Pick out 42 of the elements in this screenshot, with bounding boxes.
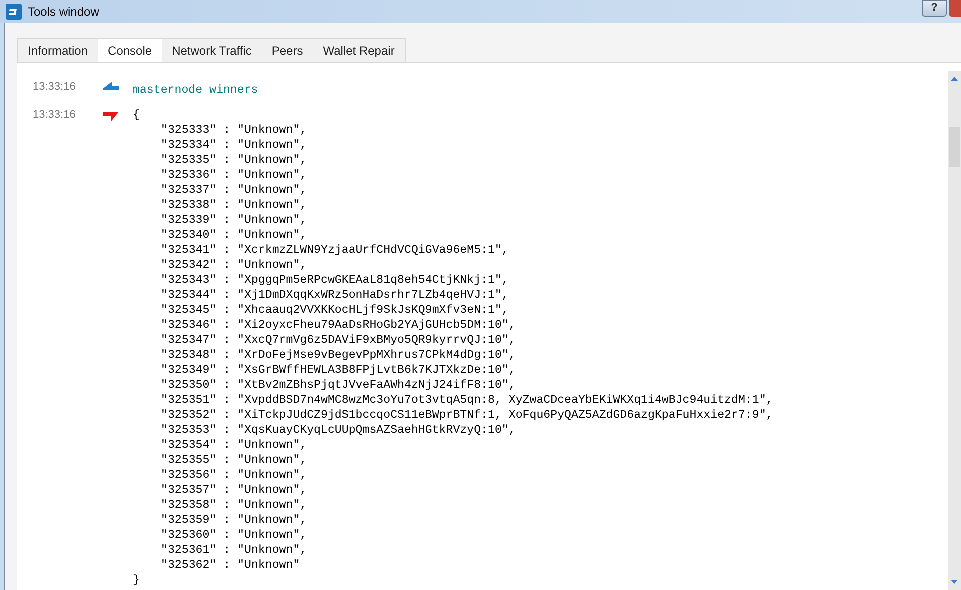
json-line: "325352" : "XiTckpJUdCZ9jdS1bccqoCS11eBWprBTNf:1, XoFqu6PyQAZ5AZdGD6azgKpaFuHxxie2r7:9", (160, 408, 774, 423)
json-line: "325350" : "XtBv2mZBhsPjqtJVveFaAWh4zNjJ24ifF8:10", (160, 378, 516, 393)
close-button[interactable] (949, 0, 961, 17)
json-line: "325333" : "Unknown", (160, 123, 308, 138)
json-line: "325360" : "Unknown", (160, 528, 308, 543)
json-line: "325341" : "XcrkmzZLWN9YzjaaUrfCHdVCQiGVa96eM5:1", (160, 243, 509, 258)
json-line: "325347" : "XxcQ7rmVg6z5DAViF9xBMyo5QR9kyrrvQJ:10", (160, 333, 516, 348)
json-line: "325335" : "Unknown", (160, 153, 308, 168)
json-line: "325362" : "Unknown" (160, 558, 300, 573)
window-title: Tools window (28, 4, 100, 20)
right-arrow-icon (103, 112, 119, 122)
json-line: "325337" : "Unknown", (160, 183, 308, 198)
json-line: "325355" : "Unknown", (160, 453, 308, 468)
json-line: "325342" : "Unknown", (160, 258, 308, 273)
json-line: "325344" : "Xj1DmDXqqKxWRz5onHaDsrhr7LZb4qeHVJ:1", (160, 288, 509, 303)
left-arrow-icon (103, 82, 119, 90)
json-line: "325353" : "XqsKuayCKyqLcUUpQmsAZSaehHGtkRVzyQ:10", (160, 423, 516, 438)
command-text: masternode winners (133, 83, 258, 98)
json-line: "325357" : "Unknown", (160, 483, 308, 498)
json-line: "325343" : "XpggqPm5eRPcwGKEAaL81q8eh54CtjKNkj:1", (160, 273, 509, 288)
json-line: "325338" : "Unknown", (160, 198, 308, 213)
json-line: "325346" : "Xi2oyxcFheu79AaDsRHoGb2YAjGUHcb5DM:10", (160, 318, 516, 333)
tab[interactable]: Console (98, 39, 162, 62)
json-line: "325339" : "Unknown", (160, 213, 308, 228)
json-line: "325358" : "Unknown", (160, 498, 308, 513)
json-line: "325334" : "Unknown", (160, 138, 308, 153)
json-line: "325345" : "Xhcaauq2VVXKKocHLjf9SkJsKQ9mXfv3eN:1", (160, 303, 509, 318)
json-line: "325356" : "Unknown", (160, 468, 308, 483)
json-line: "325359" : "Unknown", (160, 513, 308, 528)
json-line: "325361" : "Unknown", (160, 543, 308, 558)
json-line: "325348" : "XrDoFejMse9vBegevPpMXhrus7CPkM4dDg:10", (160, 348, 516, 363)
json-line: "325351" : "XvpddBSD7n4wMC8wzMc3oYu7ot3vtqA5qn:8, XyZwaCDceaYbEKiWKXq1i4wBJc94uitzdM:1", (160, 393, 774, 408)
json-line: "325336" : "Unknown", (160, 168, 308, 183)
app-logo-icon (6, 4, 22, 20)
json-brace: } (133, 573, 140, 588)
help-button[interactable]: ? (922, 0, 947, 17)
json-line: "325354" : "Unknown", (160, 438, 308, 453)
json-line: "325349" : "XsGrBWffHEWLA3B8FPjLvtB6k7KJTXkzDe:10", (160, 363, 516, 378)
json-brace: { (133, 108, 140, 123)
timestamp: 13:33:16 (32, 80, 77, 95)
timestamp: 13:33:16 (32, 108, 77, 123)
json-line: "325340" : "Unknown", (160, 228, 308, 243)
